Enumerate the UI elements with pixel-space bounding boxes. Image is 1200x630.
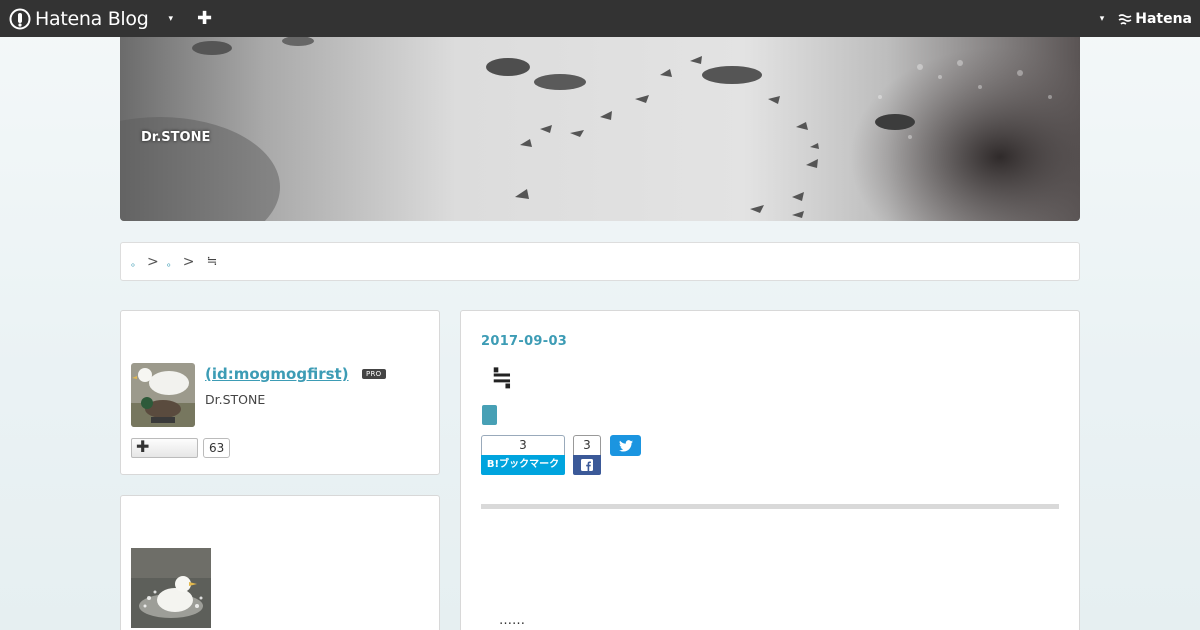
breadcrumb-link-category[interactable]: 。: [167, 254, 177, 269]
blog-menu-dropdown-icon[interactable]: ▾: [169, 14, 174, 24]
avatar[interactable]: [131, 363, 195, 427]
entry-article: 2017-09-03 ≒ 3 B!ブックマーク 3 ……: [460, 310, 1080, 630]
facebook-count: 3: [573, 435, 601, 455]
facebook-icon: [581, 459, 593, 471]
bookmark-label: B!ブックマーク: [481, 455, 565, 475]
hatena-blog-brand[interactable]: Hatena Blog: [9, 8, 149, 30]
hatena-wave-icon: [1118, 13, 1132, 25]
snow-footprints-photo: [120, 37, 1080, 221]
facebook-share-button[interactable]: 3: [573, 435, 601, 475]
plus-icon: ✚: [136, 437, 150, 456]
breadcrumb-separator: >: [182, 253, 195, 270]
duck-bathing-image: [131, 548, 211, 628]
top-bar: Hatena Blog ▾ ✚ ▾ Hatena: [0, 0, 1200, 37]
breadcrumb-separator: >: [147, 253, 159, 270]
twitter-bird-icon: [618, 439, 633, 452]
hatena-logo-text: Hatena: [1135, 10, 1192, 27]
bookmark-count: 3: [481, 435, 565, 455]
content-divider: [481, 504, 1059, 509]
new-post-plus-icon[interactable]: ✚: [197, 8, 212, 29]
facebook-label: [573, 455, 601, 475]
breadcrumb: 。 > 。 > ≒: [120, 242, 1080, 281]
follower-count[interactable]: 63: [203, 438, 231, 458]
blog-header-image: Dr.STONE: [120, 37, 1080, 221]
blog-title[interactable]: Dr.STONE: [141, 130, 210, 145]
entry-date[interactable]: 2017-09-03: [481, 334, 567, 349]
hatena-logo[interactable]: Hatena: [1118, 11, 1192, 27]
twitter-share-button[interactable]: [610, 435, 641, 456]
hatena-blog-logo-icon: [9, 8, 31, 29]
duck-photo[interactable]: [131, 548, 211, 628]
profile-id-link[interactable]: (id:mogmogfirst): [205, 365, 349, 383]
profile-description: Dr.STONE: [205, 392, 266, 407]
account-menu-dropdown-icon[interactable]: ▾: [1100, 14, 1105, 24]
entry-excerpt: ……: [499, 613, 525, 628]
profile-module: (id:mogmogfirst) PRO Dr.STONE ✚ 63: [120, 310, 440, 475]
pro-badge: PRO: [362, 369, 386, 379]
hatena-bookmark-button[interactable]: 3 B!ブックマーク: [481, 435, 565, 475]
breadcrumb-link-home[interactable]: 。: [131, 254, 141, 269]
follow-button[interactable]: ✚: [131, 437, 198, 458]
sidebar-module: [120, 495, 440, 630]
duck-avatar-image: [131, 363, 195, 427]
category-tag[interactable]: [482, 405, 497, 425]
entry-title[interactable]: ≒: [491, 363, 513, 393]
top-bar-right: ▾ Hatena: [1100, 0, 1192, 37]
breadcrumb-current: ≒: [206, 254, 218, 269]
brand-name: Hatena Blog: [35, 7, 149, 30]
